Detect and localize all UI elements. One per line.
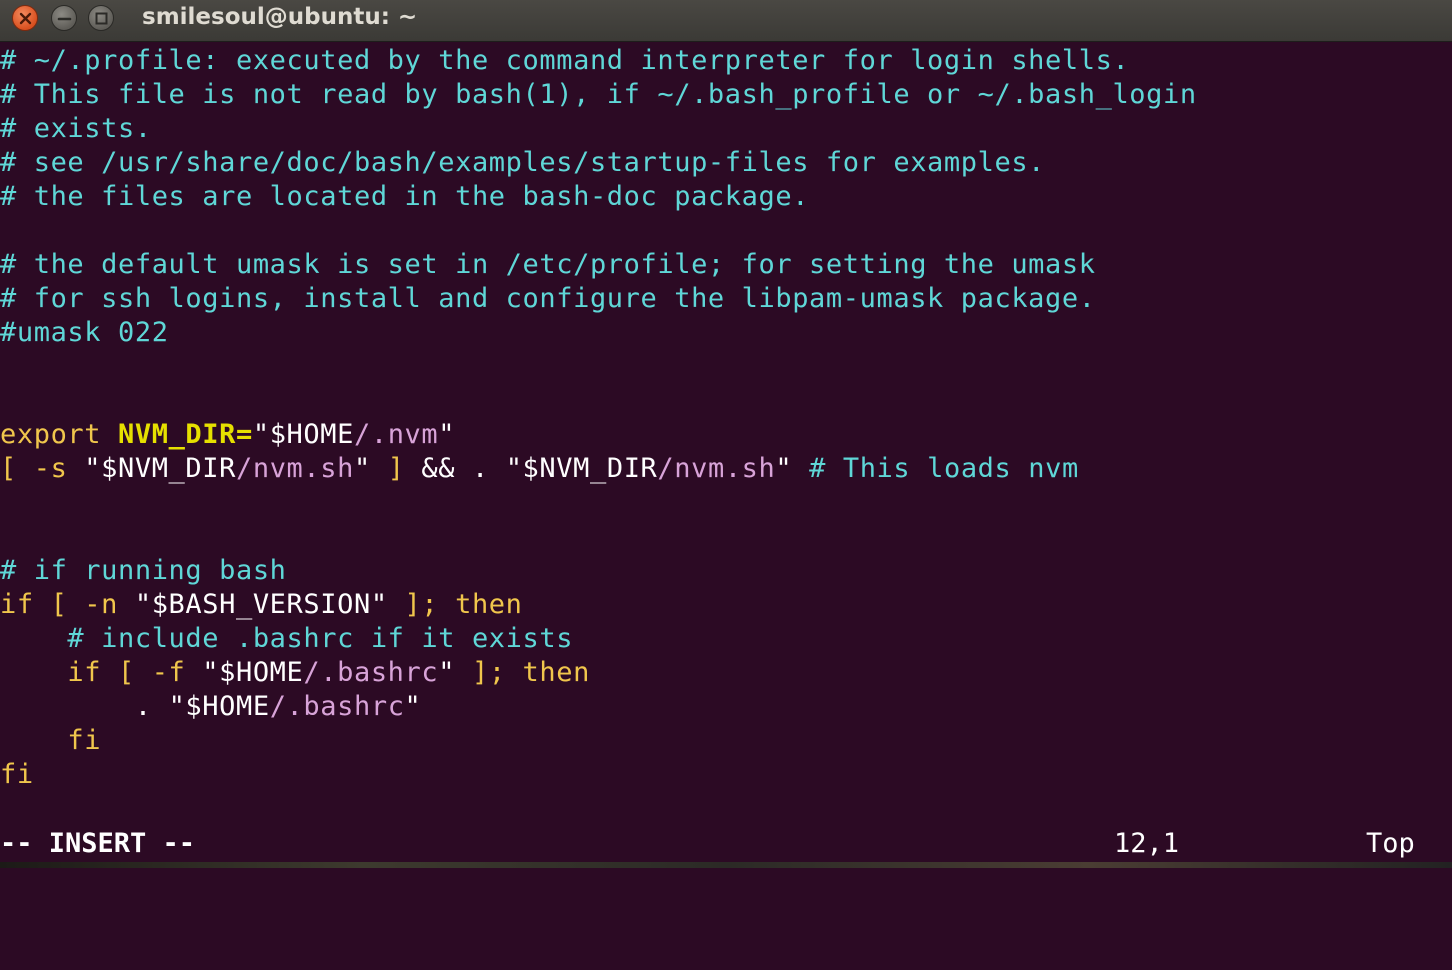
editor-line[interactable]: export NVM_DIR="$HOME/.nvm" [0,418,1452,452]
code-token-comment: # see /usr/share/doc/bash/examples/start… [0,147,1046,178]
scroll-position-indicator: Top [1366,828,1415,859]
code-token-keyword: if [ -f [67,657,203,688]
minimize-icon [57,17,72,21]
editor-line[interactable]: ​ [0,486,1452,520]
code-token-comment: # exists. [0,113,152,144]
code-token-string: /.bashrc [303,657,439,688]
code-token-comment: # the default umask is set in /etc/profi… [0,249,1096,280]
desktop-background-strip [0,862,1452,868]
editor-line[interactable]: # include .bashrc if it exists [0,622,1452,656]
code-token-comment: # This loads nvm [809,453,1079,484]
editor-line[interactable]: . "$HOME/.bashrc" [0,690,1452,724]
close-icon [19,12,32,25]
code-token-text: "$BASH_VERSION" [134,589,405,620]
maximize-icon [95,12,108,25]
code-token-keyword: if [ -n [0,589,135,620]
code-token-text: " [404,691,422,722]
code-token-comment: # the files are located in the bash-doc … [0,181,810,212]
cursor-position-ruler: 12,1 [1114,828,1180,859]
code-token-comment: # This file is not read by bash(1), if ~… [0,79,1197,110]
code-token-text: && . [421,453,506,484]
code-token-keyword: ] [387,453,422,484]
vim-status-line: -- INSERT -- 12,1 Top [0,826,1452,862]
editor-line[interactable]: # for ssh logins, install and configure … [0,282,1452,316]
editor-line[interactable]: # the files are located in the bash-doc … [0,180,1452,214]
editor-line[interactable]: ​ [0,384,1452,418]
editor-line[interactable]: ​ [0,350,1452,384]
code-token-text: " [775,453,810,484]
code-token-text: "$HOME [168,691,270,722]
code-token-keyword: ]; then [404,589,523,620]
code-token-ident: NVM_DIR= [118,419,253,450]
code-token-text: " [438,657,472,688]
code-token-text: . [0,691,169,722]
editor-line[interactable]: ​ [0,520,1452,554]
code-token-string: /nvm.sh [235,453,354,484]
code-token-text: " [353,453,388,484]
code-token-text: "$HOME [202,657,304,688]
window-titlebar[interactable]: smilesoul@ubuntu: ~ [0,0,1452,42]
editor-line[interactable]: ​ [0,214,1452,248]
window-title: smilesoul@ubuntu: ~ [142,4,418,30]
code-token-comment: # for ssh logins, install and configure … [0,283,1096,314]
code-token-text: "$HOME [252,419,354,450]
code-token-text: "$NVM_DIR [505,453,658,484]
editor-line[interactable]: # This file is not read by bash(1), if ~… [0,78,1452,112]
editor-line[interactable]: # if running bash [0,554,1452,588]
editor-line[interactable]: fi [0,724,1452,758]
editor-line[interactable]: # see /usr/share/doc/bash/examples/start… [0,146,1452,180]
code-token-keyword: fi [67,725,102,756]
minimize-window-button[interactable] [51,5,77,31]
editor-line[interactable]: if [ -n "$BASH_VERSION" ]; then [0,588,1452,622]
editor-line[interactable]: #umask 022 [0,316,1452,350]
close-window-button[interactable] [12,5,38,31]
code-token-keyword: ]; then [471,657,590,688]
editor-line[interactable]: # exists. [0,112,1452,146]
editor-line[interactable]: fi [0,758,1452,792]
editor-line[interactable]: if [ -f "$HOME/.bashrc" ]; then [0,656,1452,690]
code-token-keyword: [ -s [0,453,85,484]
code-token-keyword: fi [0,759,34,790]
code-token-keyword: export [0,419,118,450]
code-token-comment: # ~/.profile: executed by the command in… [0,45,1130,76]
code-token-comment: # include .bashrc if it exists [67,623,574,654]
code-token-string: /.nvm [353,419,439,450]
editor-line[interactable]: # the default umask is set in /etc/profi… [0,248,1452,282]
maximize-window-button[interactable] [88,5,114,31]
code-token-comment: #umask 022 [0,317,169,348]
code-token-text: "$NVM_DIR [84,453,236,484]
vim-editor-buffer[interactable]: # ~/.profile: executed by the command in… [0,44,1452,824]
vim-mode-indicator: -- INSERT -- [0,828,196,859]
editor-line[interactable]: # ~/.profile: executed by the command in… [0,44,1452,78]
code-token-string: /.bashrc [269,691,405,722]
code-token-text: " [438,419,456,450]
code-token-string: /nvm.sh [657,453,776,484]
code-token-comment: # if running bash [0,555,287,586]
editor-line[interactable]: [ -s "$NVM_DIR/nvm.sh" ] && . "$NVM_DIR/… [0,452,1452,486]
